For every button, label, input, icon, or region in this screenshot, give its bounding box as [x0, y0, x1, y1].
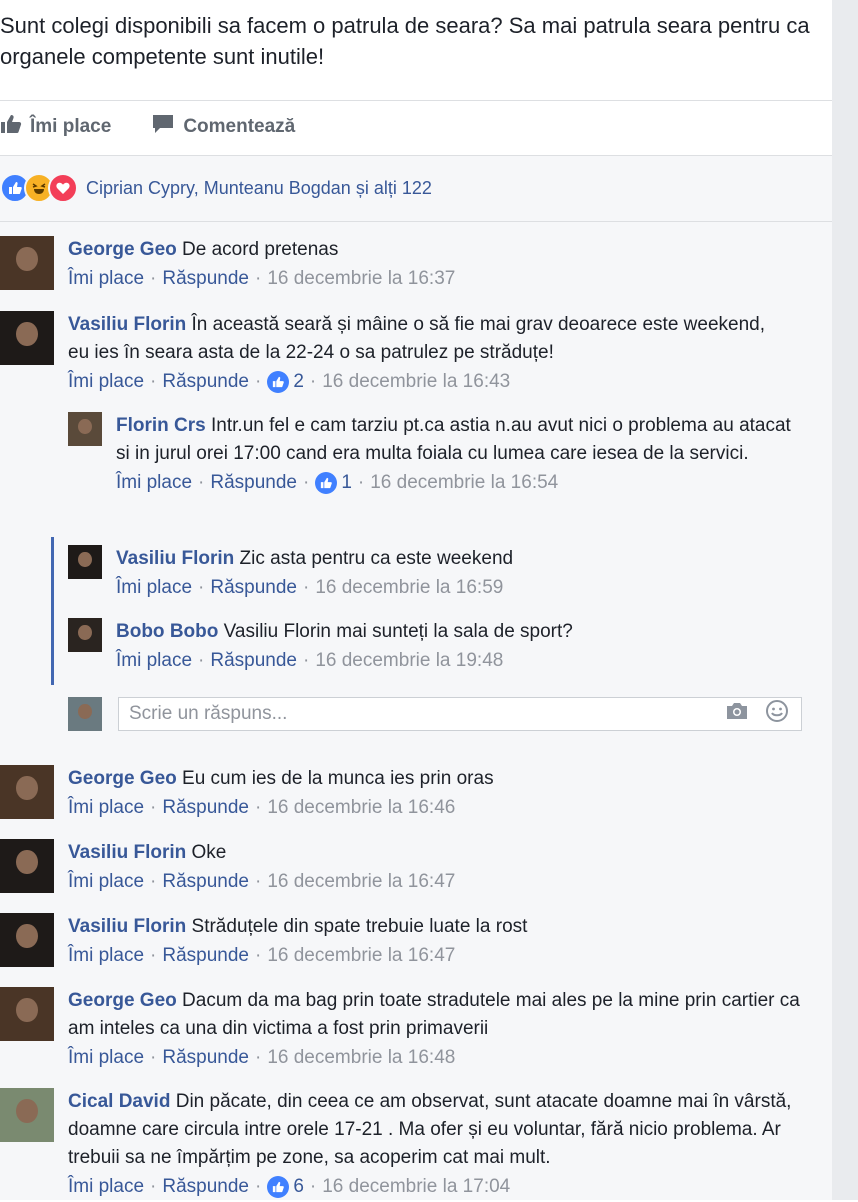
- highlight-bar: [51, 537, 54, 685]
- reply-input[interactable]: Scrie un răspuns...: [118, 697, 802, 731]
- comment-timestamp[interactable]: 16 decembrie la 16:47: [267, 941, 455, 971]
- reply-author[interactable]: Bobo Bobo: [116, 621, 218, 642]
- avatar[interactable]: [0, 913, 54, 967]
- comment-text: Străduțele din spate trebuie luate la ro…: [191, 916, 528, 937]
- avatar[interactable]: [0, 839, 54, 893]
- comment-author[interactable]: George Geo: [68, 239, 177, 260]
- avatar[interactable]: [68, 412, 102, 446]
- comment-timestamp[interactable]: 16 decembrie la 16:48: [267, 1043, 455, 1073]
- post-text: Sunt colegi disponibili sa facem o patru…: [0, 13, 810, 69]
- divider: [0, 221, 832, 222]
- avatar[interactable]: [0, 236, 54, 290]
- like-count: 1: [341, 472, 352, 493]
- comment-like-link[interactable]: Îmi place: [68, 941, 144, 971]
- like-count: 6: [293, 1176, 304, 1197]
- reply: Vasiliu Florin Zic asta pentru ca este w…: [68, 545, 796, 603]
- comment-like-link[interactable]: Îmi place: [68, 1043, 144, 1073]
- comment-author[interactable]: George Geo: [68, 768, 177, 789]
- avatar[interactable]: [0, 311, 54, 365]
- reply: Florin Crs Intr.un fel e cam tarziu pt.c…: [68, 412, 796, 498]
- divider: [0, 155, 832, 156]
- comment-timestamp[interactable]: 16 decembrie la 17:04: [322, 1172, 510, 1202]
- comment-timestamp[interactable]: 16 decembrie la 16:43: [322, 367, 510, 397]
- comment: George Geo Eu cum ies de la munca ies pr…: [0, 765, 494, 823]
- reply: Bobo Bobo Vasiliu Florin mai sunteți la …: [68, 618, 796, 676]
- comment-timestamp[interactable]: 16 decembrie la 16:37: [267, 264, 455, 294]
- current-user-avatar: [68, 697, 102, 731]
- reply-like-link[interactable]: Îmi place: [116, 573, 192, 603]
- love-reaction-icon: [48, 173, 78, 203]
- comment: Cical David Din păcate, din ceea ce am o…: [0, 1088, 808, 1202]
- reply-text: Vasiliu Florin mai sunteți la sala de sp…: [223, 621, 573, 642]
- comment-reply-link[interactable]: Răspunde: [162, 1043, 249, 1073]
- reactions-summary[interactable]: Ciprian Cypry, Munteanu Bogdan și alți 1…: [0, 173, 432, 203]
- comment-text: De acord pretenas: [182, 239, 339, 260]
- avatar[interactable]: [0, 987, 54, 1041]
- comment-author[interactable]: Vasiliu Florin: [68, 842, 186, 863]
- comment-reply-link[interactable]: Răspunde: [162, 1172, 249, 1202]
- comment-like-link[interactable]: Îmi place: [68, 367, 144, 397]
- comment-reply-link[interactable]: Răspunde: [162, 264, 249, 294]
- comment-author[interactable]: Vasiliu Florin: [68, 314, 186, 335]
- comment-like-link[interactable]: Îmi place: [68, 867, 144, 897]
- reply-input-placeholder: Scrie un răspuns...: [129, 703, 288, 724]
- comment-timestamp[interactable]: 16 decembrie la 16:46: [267, 793, 455, 823]
- reply-timestamp[interactable]: 16 decembrie la 19:48: [315, 646, 503, 676]
- comment-text: Eu cum ies de la munca ies prin oras: [182, 768, 494, 789]
- comment-author[interactable]: Vasiliu Florin: [68, 916, 186, 937]
- emoji-icon[interactable]: [765, 699, 789, 729]
- reply-author[interactable]: Florin Crs: [116, 415, 206, 436]
- reply-reply-link[interactable]: Răspunde: [210, 468, 297, 498]
- comment: Vasiliu Florin În această seară și mâine…: [0, 311, 768, 397]
- comment-like-link[interactable]: Îmi place: [68, 264, 144, 294]
- comment-timestamp[interactable]: 16 decembrie la 16:47: [267, 867, 455, 897]
- post-actions: Îmi place Comentează: [0, 106, 335, 148]
- reply-timestamp[interactable]: 16 decembrie la 16:54: [370, 468, 558, 498]
- reply-like-count[interactable]: 1: [315, 468, 352, 498]
- page-edge: [832, 0, 858, 1200]
- reply-text: Intr.un fel e cam tarziu pt.ca astia n.a…: [116, 415, 791, 464]
- comment-author[interactable]: George Geo: [68, 990, 177, 1011]
- divider: [0, 100, 832, 101]
- reply-timestamp[interactable]: 16 decembrie la 16:59: [315, 573, 503, 603]
- camera-icon[interactable]: [725, 701, 749, 727]
- comment-text: Dacum da ma bag prin toate stradutele ma…: [68, 990, 800, 1039]
- comment: George Geo Dacum da ma bag prin toate st…: [0, 987, 808, 1073]
- comment-like-link[interactable]: Îmi place: [68, 1172, 144, 1202]
- reply-reply-link[interactable]: Răspunde: [210, 573, 297, 603]
- comment-reply-link[interactable]: Răspunde: [162, 793, 249, 823]
- comment-author[interactable]: Cical David: [68, 1091, 170, 1112]
- reactions-text: Ciprian Cypry, Munteanu Bogdan și alți 1…: [86, 177, 432, 198]
- comment-text: Din păcate, din ceea ce am observat, sun…: [68, 1091, 792, 1168]
- comment: George Geo De acord pretenas Îmi place · …: [0, 236, 455, 294]
- reply-like-link[interactable]: Îmi place: [116, 646, 192, 676]
- like-count: 2: [293, 371, 304, 392]
- like-label: Îmi place: [30, 116, 112, 137]
- thumbs-up-icon: [0, 114, 22, 140]
- like-reaction-icon: [315, 472, 338, 494]
- comment-like-count[interactable]: 2: [267, 367, 304, 397]
- reply-reply-link[interactable]: Răspunde: [210, 646, 297, 676]
- avatar[interactable]: [0, 1088, 54, 1142]
- comment-like-link[interactable]: Îmi place: [68, 793, 144, 823]
- avatar[interactable]: [0, 765, 54, 819]
- comment-label: Comentează: [183, 116, 296, 137]
- comment-reply-link[interactable]: Răspunde: [162, 367, 249, 397]
- comment-button[interactable]: Comentează: [151, 114, 295, 140]
- avatar[interactable]: [68, 545, 102, 579]
- reply-like-link[interactable]: Îmi place: [116, 468, 192, 498]
- reply-text: Zic asta pentru ca este weekend: [239, 548, 514, 569]
- avatar[interactable]: [68, 618, 102, 652]
- reply-author[interactable]: Vasiliu Florin: [116, 548, 234, 569]
- comment-reply-link[interactable]: Răspunde: [162, 941, 249, 971]
- like-reaction-icon: [267, 371, 290, 393]
- comment-text: Oke: [191, 842, 227, 863]
- like-reaction-icon: [267, 1176, 290, 1198]
- comment-reply-link[interactable]: Răspunde: [162, 867, 249, 897]
- comment: Vasiliu Florin Oke Îmi place · Răspunde · …: [0, 839, 455, 897]
- comment-icon: [151, 114, 175, 140]
- comment-like-count[interactable]: 6: [267, 1172, 304, 1202]
- comment: Vasiliu Florin Străduțele din spate treb…: [0, 913, 527, 971]
- like-button[interactable]: Îmi place: [0, 114, 111, 140]
